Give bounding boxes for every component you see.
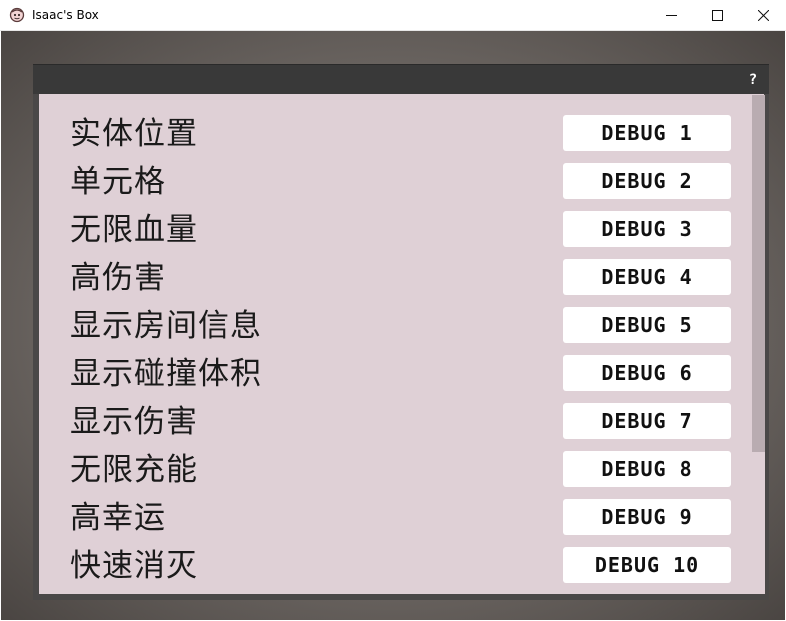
window-titlebar: Isaac's Box (0, 0, 786, 31)
debug-row-label: 显示房间信息 (70, 308, 262, 344)
debug-10-button[interactable]: DEBUG 10 (563, 547, 731, 583)
close-button[interactable] (740, 0, 786, 31)
close-icon (757, 10, 769, 21)
isaac-app-icon (9, 7, 25, 23)
debug-row-9: 高幸运 DEBUG 9 (70, 498, 734, 538)
debug-row-label: 显示碰撞体积 (70, 356, 262, 392)
debug-row-label: 实体位置 (70, 116, 198, 152)
debug-2-button[interactable]: DEBUG 2 (563, 163, 731, 199)
help-button[interactable]: ? (746, 72, 760, 88)
debug-row-1: 实体位置 DEBUG 1 (70, 114, 734, 154)
debug-row-2: 单元格 DEBUG 2 (70, 162, 734, 202)
debug-row-10: 快速消灭 DEBUG 10 (70, 546, 734, 586)
debug-1-button[interactable]: DEBUG 1 (563, 115, 731, 151)
debug-9-button[interactable]: DEBUG 9 (563, 499, 731, 535)
debug-row-8: 无限充能 DEBUG 8 (70, 450, 734, 490)
debug-6-button[interactable]: DEBUG 6 (563, 355, 731, 391)
scrollbar-thumb[interactable] (752, 95, 765, 452)
debug-row-5: 显示房间信息 DEBUG 5 (70, 306, 734, 346)
debug-row-3: 无限血量 DEBUG 3 (70, 210, 734, 250)
debug-row-label: 高幸运 (70, 500, 166, 536)
debug-7-button[interactable]: DEBUG 7 (563, 403, 731, 439)
debug-row-6: 显示碰撞体积 DEBUG 6 (70, 354, 734, 394)
debug-panel-header: ? (33, 64, 769, 94)
window-controls (648, 0, 786, 31)
debug-3-button[interactable]: DEBUG 3 (563, 211, 731, 247)
debug-5-button[interactable]: DEBUG 5 (563, 307, 731, 343)
debug-row-label: 高伤害 (70, 260, 166, 296)
debug-row-label: 无限血量 (70, 212, 198, 248)
minimize-button[interactable] (648, 0, 694, 31)
debug-row-label: 快速消灭 (70, 548, 198, 584)
maximize-button[interactable] (694, 0, 740, 31)
debug-row-label: 单元格 (70, 164, 166, 200)
debug-row-label: 无限充能 (70, 452, 198, 488)
debug-row-4: 高伤害 DEBUG 4 (70, 258, 734, 298)
maximize-icon (711, 10, 723, 21)
debug-row-label: 显示伤害 (70, 404, 198, 440)
debug-4-button[interactable]: DEBUG 4 (563, 259, 731, 295)
minimize-icon (665, 15, 677, 16)
window-title: Isaac's Box (32, 8, 99, 22)
debug-row-7: 显示伤害 DEBUG 7 (70, 402, 734, 442)
debug-8-button[interactable]: DEBUG 8 (563, 451, 731, 487)
